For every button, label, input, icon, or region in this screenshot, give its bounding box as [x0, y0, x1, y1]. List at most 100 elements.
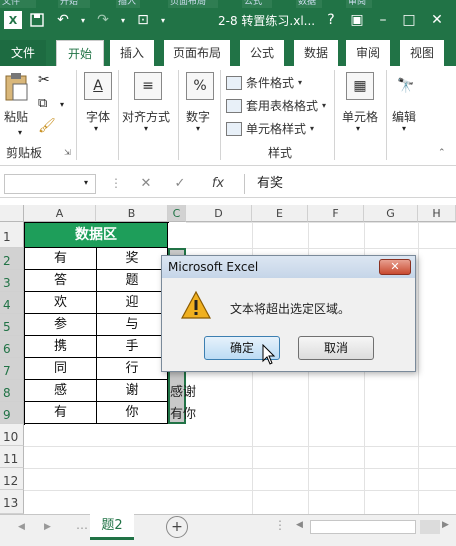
table-cell[interactable]: 与 [97, 314, 168, 336]
alignment-label[interactable]: 对齐方式 [122, 108, 170, 125]
tab-review[interactable]: 审阅 [346, 40, 390, 66]
column-header-e[interactable]: E [252, 205, 308, 222]
sheet-more-icon[interactable]: … [76, 518, 88, 532]
row-header[interactable]: 5 [0, 314, 24, 336]
row-header[interactable]: 4 [0, 292, 24, 314]
tab-file[interactable]: 文件 [0, 40, 46, 66]
tab-page-layout[interactable]: 页面布局 [164, 40, 230, 66]
copy-icon[interactable]: ⧉ [38, 96, 47, 111]
table-cell[interactable]: 你 [97, 402, 168, 424]
insert-function-button[interactable]: fx [204, 174, 232, 194]
print-preview-icon[interactable]: ⊡ [132, 9, 154, 31]
ribbon-display-icon[interactable]: ▣ [346, 10, 368, 30]
column-header-d[interactable]: D [186, 205, 252, 222]
row-header[interactable]: 7 [0, 358, 24, 380]
cut-icon[interactable]: ✂ [38, 72, 50, 88]
column-header-c[interactable]: C [168, 205, 186, 222]
tab-view[interactable]: 视图 [400, 40, 444, 66]
scroll-left-icon[interactable]: ◀ [18, 522, 25, 532]
close-icon[interactable]: ✕ [426, 10, 448, 30]
column-header-b[interactable]: B [96, 205, 168, 222]
name-box-dropdown-icon[interactable]: ▾ [84, 178, 88, 187]
table-cell[interactable]: 有 [25, 402, 97, 424]
hscroll-right-icon[interactable]: ▶ [442, 520, 449, 530]
row-header[interactable]: 10 [0, 424, 24, 446]
tab-insert[interactable]: 插入 [110, 40, 154, 66]
format-painter-icon[interactable]: 🖌 [38, 118, 56, 134]
table-cell[interactable]: 行 [97, 358, 168, 380]
dialog-close-icon[interactable]: ✕ [379, 259, 411, 275]
collapse-ribbon-icon[interactable]: ⌃ [438, 148, 446, 158]
conditional-format-button[interactable]: 条件格式 ▾ [226, 74, 302, 91]
table-cell[interactable]: 欢 [25, 292, 97, 314]
table-cell[interactable]: 感 [25, 380, 97, 402]
row-header[interactable]: 11 [0, 446, 24, 468]
row-header[interactable]: 3 [0, 270, 24, 292]
font-icon[interactable]: A [84, 72, 112, 100]
cell-styles-button[interactable]: 单元格样式 ▾ [226, 120, 314, 137]
customize-qat-icon[interactable]: ▾ [158, 9, 168, 31]
scroll-right-icon[interactable]: ▶ [44, 522, 51, 532]
save-icon[interactable] [26, 9, 48, 31]
font-label[interactable]: 字体 [86, 108, 110, 125]
minimize-icon[interactable]: – [372, 10, 394, 30]
table-cell[interactable]: 奖 [97, 248, 168, 270]
column-header-h[interactable]: H [418, 205, 456, 222]
number-dropdown-icon[interactable]: ▾ [196, 124, 200, 133]
paste-dropdown-icon[interactable]: ▾ [18, 128, 22, 137]
number-format-icon[interactable]: % [186, 72, 214, 100]
name-box[interactable] [4, 174, 96, 194]
formula-input[interactable]: 有奖 [244, 174, 452, 194]
table-cell[interactable]: 参 [25, 314, 97, 336]
column-header-a[interactable]: A [24, 205, 96, 222]
table-header[interactable]: 数据区 [25, 223, 168, 248]
row-header[interactable]: 1 [0, 222, 24, 248]
alignment-dropdown-icon[interactable]: ▾ [144, 124, 148, 133]
undo-icon[interactable]: ↶ [52, 9, 74, 31]
table-cell[interactable]: 手 [97, 336, 168, 358]
cells-label[interactable]: 单元格 [342, 108, 378, 125]
font-dropdown-icon[interactable]: ▾ [94, 124, 98, 133]
sheet-tab[interactable]: 题2 [90, 514, 134, 540]
table-cell[interactable]: 题 [97, 270, 168, 292]
table-cell[interactable]: 迎 [97, 292, 168, 314]
row-header[interactable]: 8 [0, 380, 24, 402]
row-header[interactable]: 6 [0, 336, 24, 358]
help-icon[interactable]: ? [320, 10, 342, 30]
number-label[interactable]: 数字 [186, 108, 210, 125]
redo-icon[interactable]: ↷ [92, 9, 114, 31]
alignment-icon[interactable]: ≡ [134, 72, 162, 100]
hscroll-left-icon[interactable]: ◀ [296, 520, 303, 530]
table-cell[interactable]: 谢 [97, 380, 168, 402]
cells-dropdown-icon[interactable]: ▾ [356, 124, 360, 133]
column-header-g[interactable]: G [364, 205, 418, 222]
table-cell[interactable]: 同 [25, 358, 97, 380]
cancel-entry-icon[interactable]: ✕ [134, 174, 158, 194]
tab-home[interactable]: 开始 [56, 40, 104, 66]
confirm-entry-icon[interactable]: ✓ [168, 174, 192, 194]
copy-dropdown-icon[interactable]: ▾ [60, 100, 64, 109]
table-cell[interactable]: 答 [25, 270, 97, 292]
row-header[interactable]: 2 [0, 248, 24, 270]
maximize-icon[interactable]: □ [398, 10, 420, 30]
horizontal-scrollbar[interactable] [310, 520, 416, 534]
table-cell[interactable]: 有 [25, 248, 97, 270]
undo-dropdown-icon[interactable]: ▾ [78, 9, 88, 31]
tab-data[interactable]: 数据 [294, 40, 338, 66]
table-cell[interactable]: 携 [25, 336, 97, 358]
row-header[interactable]: 9 [0, 402, 24, 424]
row-header[interactable]: 12 [0, 468, 24, 490]
tab-formulas[interactable]: 公式 [240, 40, 284, 66]
editing-label[interactable]: 编辑 [392, 108, 416, 125]
cancel-button[interactable]: 取消 [298, 336, 374, 360]
paste-button[interactable] [4, 72, 30, 106]
row-header[interactable]: 13 [0, 490, 24, 514]
select-all-corner[interactable] [0, 205, 24, 222]
editing-dropdown-icon[interactable]: ▾ [402, 124, 406, 133]
clipboard-launcher-icon[interactable]: ⇲ [64, 148, 71, 157]
binoculars-icon[interactable]: 🔭 [392, 72, 420, 100]
format-as-table-button[interactable]: 套用表格格式 ▾ [226, 97, 326, 114]
redo-dropdown-icon[interactable]: ▾ [118, 9, 128, 31]
cells-icon[interactable]: ▦ [346, 72, 374, 100]
column-header-f[interactable]: F [308, 205, 364, 222]
